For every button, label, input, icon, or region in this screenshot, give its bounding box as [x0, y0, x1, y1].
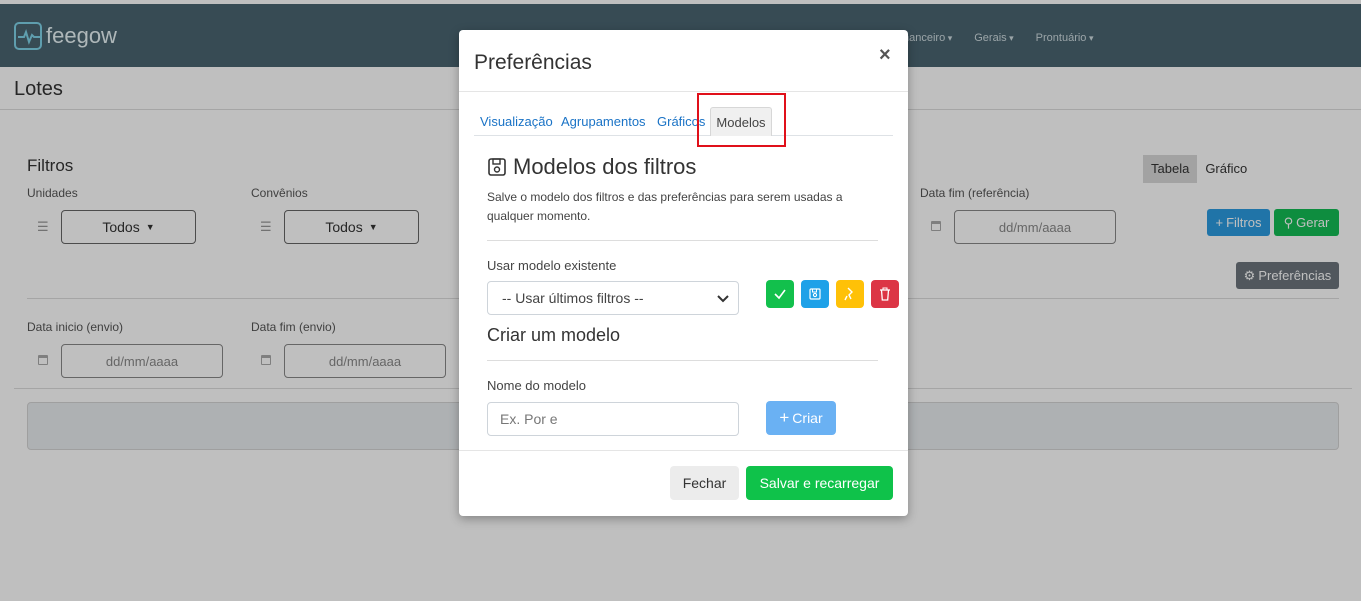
model-name-label: Nome do modelo — [487, 378, 586, 393]
create-model-button[interactable]: + Criar — [766, 401, 836, 435]
modal-header-divider — [459, 91, 908, 92]
modal-footer-divider — [459, 450, 908, 451]
save-reload-button[interactable]: Salvar e recarregar — [746, 466, 893, 500]
close-icon[interactable]: × — [879, 44, 891, 67]
preferences-tabs: Visualização Agrupamentos Gráficos Model… — [474, 107, 893, 136]
trash-icon — [880, 287, 890, 301]
preferences-modal: Preferências × Visualização Agrupamentos… — [459, 30, 908, 516]
modal-title: Preferências — [474, 51, 592, 74]
delete-model-button[interactable] — [871, 280, 899, 308]
section-title: Modelos dos filtros — [487, 154, 696, 180]
apply-model-button[interactable] — [766, 280, 794, 308]
plus-icon: + — [779, 408, 790, 427]
save-icon — [809, 288, 821, 300]
pin-icon — [844, 287, 853, 301]
close-button[interactable]: Fechar — [670, 466, 739, 500]
chevron-down-icon — [717, 295, 729, 303]
existing-model-select[interactable]: -- Usar últimos filtros -- — [487, 281, 739, 315]
create-model-title: Criar um modelo — [487, 325, 621, 345]
create-divider — [487, 360, 878, 361]
model-name-input[interactable]: Ex. Por e — [487, 402, 739, 436]
check-icon — [774, 289, 786, 300]
section-description: Salve o modelo dos filtros e das preferê… — [487, 190, 843, 223]
tab-agrupamentos[interactable]: Agrupamentos — [561, 114, 646, 129]
existing-model-label: Usar modelo existente — [487, 258, 617, 273]
highlight-box — [697, 93, 786, 147]
tab-visualizacao[interactable]: Visualização — [480, 114, 553, 129]
save-icon — [488, 158, 506, 176]
section-divider — [487, 240, 878, 241]
default-model-button[interactable] — [836, 280, 864, 308]
save-model-button[interactable] — [801, 280, 829, 308]
